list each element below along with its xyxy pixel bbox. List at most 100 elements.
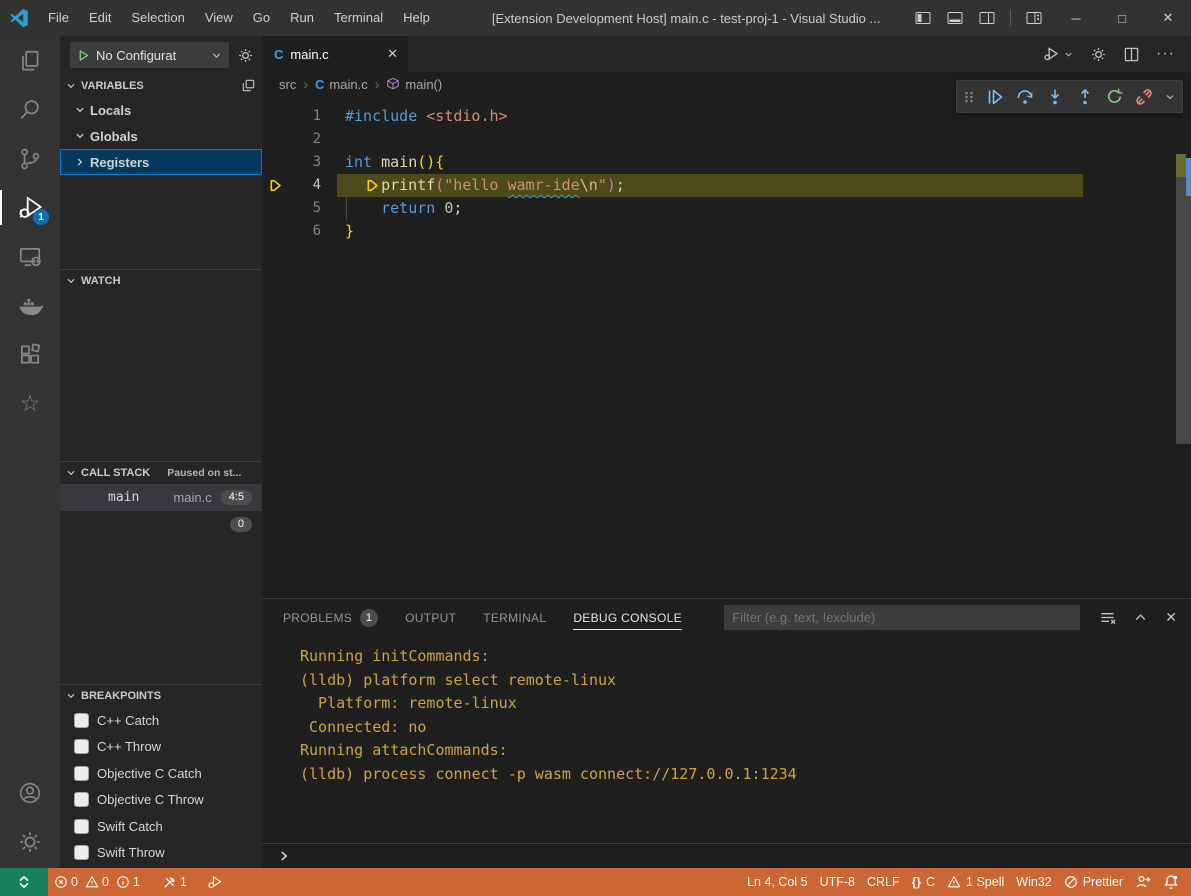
step-over-icon[interactable]	[1015, 87, 1035, 107]
editor-gear-icon[interactable]	[1090, 46, 1107, 63]
checkbox[interactable]	[74, 713, 89, 728]
checkbox[interactable]	[74, 739, 89, 754]
customize-layout-icon[interactable]	[1025, 9, 1043, 27]
breakpoint-swift-throw[interactable]: Swift Throw	[60, 840, 262, 867]
breadcrumb-file[interactable]: Cmain.c	[315, 77, 368, 92]
debug-gear-icon[interactable]	[237, 47, 254, 64]
ports-status[interactable]: 1	[156, 875, 193, 890]
menu-go[interactable]: Go	[243, 0, 280, 36]
code-line-6[interactable]: 6}	[262, 220, 1191, 243]
explorer-icon[interactable]	[0, 36, 60, 85]
code-line-5[interactable]: 5 return 0;	[262, 197, 1191, 220]
breakpoint-objective-c-throw[interactable]: Objective C Throw	[60, 787, 262, 814]
search-icon[interactable]	[0, 85, 60, 134]
call-stack-frame-1[interactable]: 0	[60, 511, 262, 538]
docker-icon[interactable]	[0, 281, 60, 330]
run-and-debug-icon[interactable]: 1	[0, 183, 60, 232]
tab-main-c[interactable]: C main.c ✕	[262, 36, 408, 72]
panel-tab-output[interactable]: OUTPUT	[405, 599, 456, 636]
extensions-icon[interactable]	[0, 330, 60, 379]
debug-config-dropdown[interactable]: No Configurat	[70, 42, 229, 68]
status-cursor-position[interactable]: Ln 4, Col 5	[741, 875, 813, 889]
status-spell-status[interactable]: 1 Spell	[941, 875, 1010, 889]
toolbar-chevron-down-icon[interactable]	[1164, 91, 1176, 103]
breakpoint-c-throw[interactable]: C++ Throw	[60, 734, 262, 761]
menu-run[interactable]: Run	[280, 0, 324, 36]
overview-ruler[interactable]	[1176, 96, 1191, 598]
call-stack-frame-0[interactable]: mainmain.c4:5	[60, 484, 262, 511]
code-line-4[interactable]: 4 printf("hello wamr-ide\n");	[262, 174, 1191, 197]
breadcrumb-symbol[interactable]: main()	[386, 77, 442, 92]
console-line: Running attachCommands:	[300, 739, 1191, 763]
status-eol[interactable]: CRLF	[861, 875, 906, 889]
restart-icon[interactable]	[1105, 87, 1124, 106]
close-button[interactable]: ✕	[1145, 0, 1191, 36]
status-platform[interactable]: Win32	[1010, 875, 1057, 889]
feedback-icon[interactable]	[1129, 874, 1157, 890]
code-line-2[interactable]: 2	[262, 128, 1191, 151]
status-encoding[interactable]: UTF-8	[814, 875, 861, 889]
call-stack-header[interactable]: CALL STACK Paused on st...	[60, 461, 262, 484]
checkbox[interactable]	[74, 766, 89, 781]
clear-console-icon[interactable]	[1099, 609, 1116, 626]
breadcrumb-src[interactable]: src	[279, 77, 296, 92]
remote-explorer-icon[interactable]	[0, 232, 60, 281]
breakpoints-header[interactable]: BREAKPOINTS	[60, 684, 262, 707]
start-debug-icon[interactable]	[77, 49, 90, 62]
step-out-icon[interactable]	[1075, 87, 1095, 107]
source-control-icon[interactable]	[0, 134, 60, 183]
code-editor[interactable]: 1#include <stdio.h>23int main(){4 printf…	[262, 96, 1191, 598]
status-prettier[interactable]: Prettier	[1058, 875, 1129, 889]
menu-help[interactable]: Help	[393, 0, 440, 36]
problems-status[interactable]: 0 0 1	[48, 875, 146, 889]
debug-filter-input[interactable]	[724, 605, 1080, 630]
checkbox[interactable]	[74, 819, 89, 834]
variables-item-registers[interactable]: Registers	[60, 149, 262, 175]
toggle-secondary-sidebar-icon[interactable]	[978, 9, 996, 27]
remote-indicator[interactable]	[0, 868, 48, 896]
maximize-button[interactable]: □	[1099, 0, 1145, 36]
debug-console-input[interactable]	[262, 843, 1191, 868]
tab-close-icon[interactable]: ✕	[387, 46, 398, 62]
run-or-debug-button[interactable]	[1042, 45, 1074, 63]
toolbar-drag-handle[interactable]	[963, 89, 975, 105]
close-panel-icon[interactable]: ✕	[1165, 609, 1177, 626]
panel-tab-problems[interactable]: PROBLEMS1	[283, 599, 378, 636]
star-icon[interactable]: ☆	[0, 379, 60, 428]
step-into-icon[interactable]	[1045, 87, 1065, 107]
maximize-panel-icon[interactable]	[1133, 610, 1148, 625]
account-icon[interactable]	[0, 768, 60, 817]
settings-gear-icon[interactable]	[0, 817, 60, 866]
scrollbar-slider[interactable]	[1176, 174, 1191, 444]
variables-item-globals[interactable]: Globals	[60, 123, 262, 149]
panel-tab-debug-console[interactable]: DEBUG CONSOLE	[573, 599, 682, 636]
menu-selection[interactable]: Selection	[121, 0, 194, 36]
debug-console-output[interactable]: Running initCommands:(lldb) platform sel…	[262, 636, 1191, 843]
menu-terminal[interactable]: Terminal	[324, 0, 393, 36]
split-editor-icon[interactable]	[1123, 46, 1140, 63]
variables-item-locals[interactable]: Locals	[60, 97, 262, 123]
variables-header[interactable]: VARIABLES	[60, 74, 262, 97]
checkbox[interactable]	[74, 845, 89, 860]
menu-view[interactable]: View	[195, 0, 243, 36]
debug-status-icon[interactable]	[201, 868, 229, 896]
menu-file[interactable]: File	[38, 0, 79, 36]
status-language-mode[interactable]: {}C	[906, 875, 941, 889]
watch-header[interactable]: WATCH	[60, 269, 262, 292]
line-content: printf("hello wamr-ide\n");	[345, 174, 625, 197]
minimize-button[interactable]: ─	[1053, 0, 1099, 36]
toggle-panel-icon[interactable]	[946, 9, 964, 27]
notifications-bell-icon[interactable]	[1157, 874, 1185, 890]
code-line-3[interactable]: 3int main(){	[262, 151, 1191, 174]
variables-collapse-icon[interactable]	[241, 78, 256, 93]
continue-icon[interactable]	[985, 87, 1005, 107]
checkbox[interactable]	[74, 792, 89, 807]
menu-edit[interactable]: Edit	[79, 0, 121, 36]
panel-tab-terminal[interactable]: TERMINAL	[483, 599, 546, 636]
breakpoint-objective-c-catch[interactable]: Objective C Catch	[60, 760, 262, 787]
disconnect-icon[interactable]	[1134, 87, 1154, 107]
breakpoint-swift-catch[interactable]: Swift Catch	[60, 813, 262, 840]
toggle-sidebar-icon[interactable]	[914, 9, 932, 27]
more-actions-icon[interactable]: ···	[1156, 45, 1175, 63]
breakpoint-c-catch[interactable]: C++ Catch	[60, 707, 262, 734]
